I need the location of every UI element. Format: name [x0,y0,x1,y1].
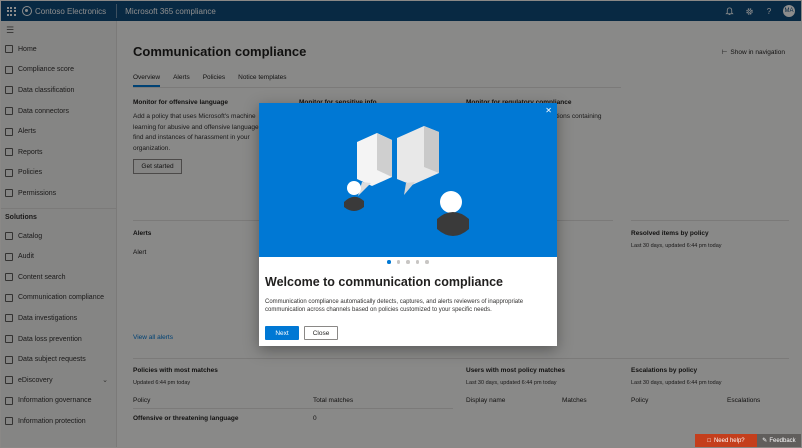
close-button[interactable]: Close [304,326,338,340]
need-help-label: Need help? [713,437,745,444]
feedback-icon: ✎ [762,438,768,444]
dialog-title: Welcome to communication compliance [265,275,504,289]
pager-dot-5[interactable] [425,260,429,264]
close-icon[interactable]: ✕ [545,106,552,115]
chat-bubble-icon: □ [707,437,711,444]
pager-dot-2[interactable] [396,260,401,264]
next-button[interactable]: Next [265,326,299,340]
feedback-label: Feedback [769,437,796,444]
welcome-illustration: ✕ [259,103,557,257]
feedback-button[interactable]: ✎ Feedback [757,434,801,447]
person-large-icon [437,191,469,236]
pager-dot-1[interactable] [387,260,391,264]
dialog-body: Communication compliance automatically d… [265,299,524,313]
carousel-pager [259,260,557,264]
need-help-button[interactable]: □ Need help? [695,434,757,447]
pager-dot-4[interactable] [415,260,420,264]
welcome-dialog: ✕ Welcome to communication compliance Co… [259,103,557,346]
pager-dot-3[interactable] [406,260,410,264]
speech-bubble-back-icon [357,126,439,196]
